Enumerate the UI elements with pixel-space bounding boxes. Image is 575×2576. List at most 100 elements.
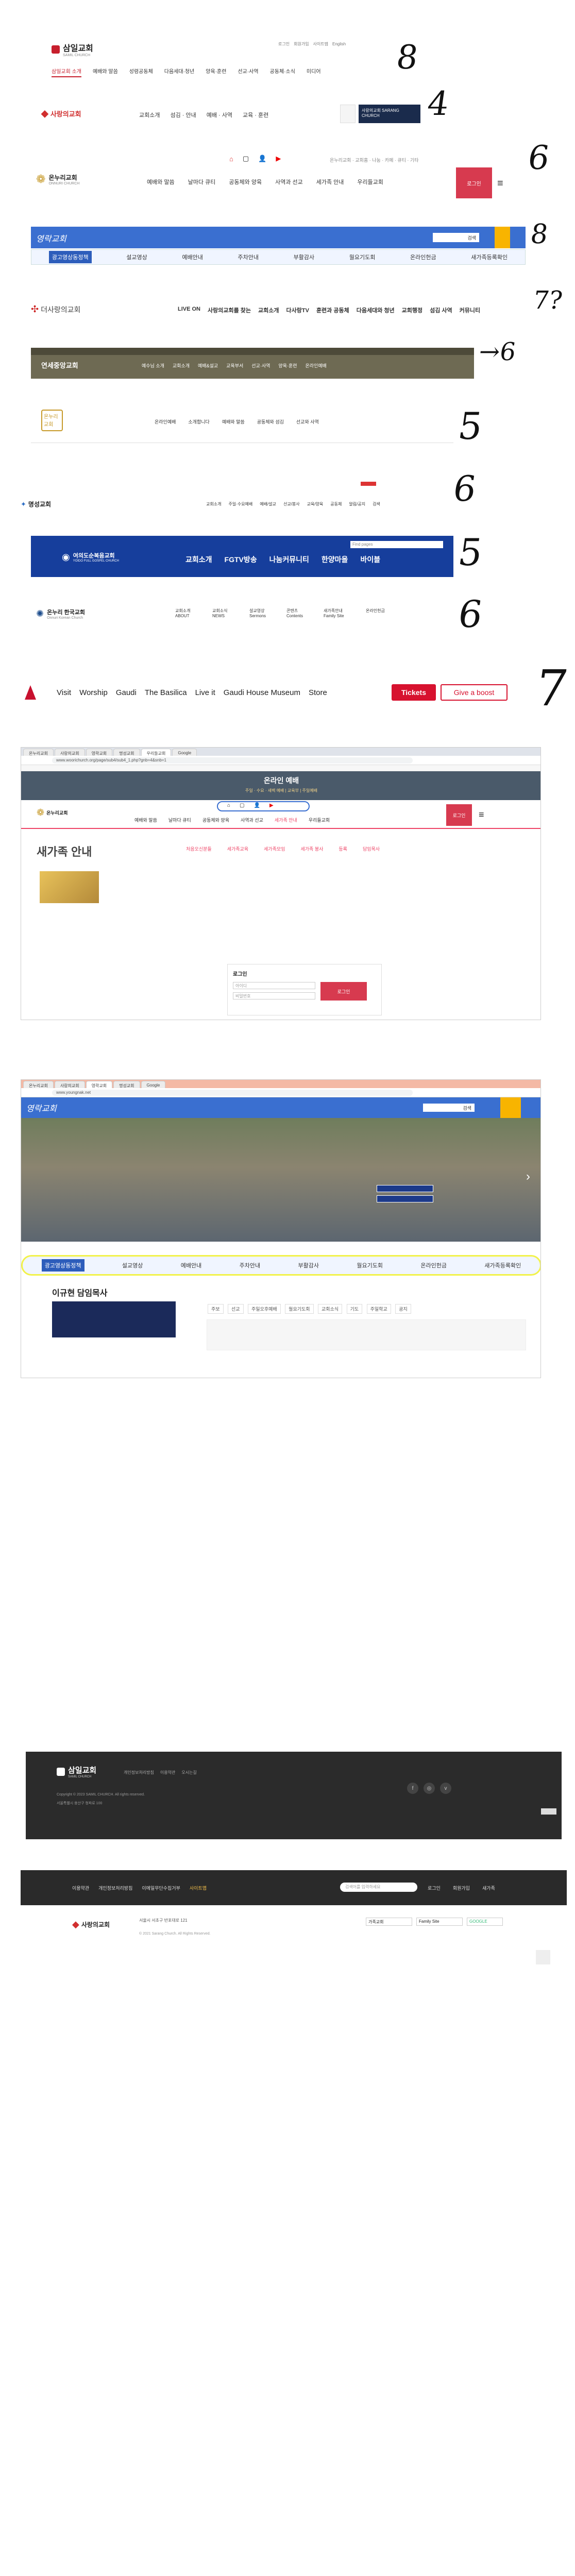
login-submit-button[interactable]: 로그인	[320, 982, 367, 1001]
sub-nav-item[interactable]: 담임목사	[363, 845, 380, 852]
site-6-logo[interactable]: 연세중앙교회	[41, 360, 78, 370]
footer-link[interactable]: 개인정보처리방침	[124, 1770, 154, 1775]
nav-item[interactable]: 사랑의교회를 찾는	[208, 306, 251, 314]
tickets-button[interactable]: Tickets	[392, 684, 436, 701]
quick-item[interactable]: 광고영상동정책	[41, 1259, 84, 1272]
footer-link[interactable]: 이용약관	[160, 1770, 175, 1775]
nav-item[interactable]: 예수님 소개	[142, 362, 164, 369]
login-button[interactable]: 로그인	[446, 804, 472, 826]
join-link[interactable]: 회원가입	[294, 41, 309, 47]
nav-item[interactable]: 커뮤니티	[460, 306, 480, 314]
footer-logo[interactable]: ◆ 사랑의교회	[72, 1919, 110, 1930]
nav-item[interactable]: 교회소개	[206, 501, 221, 507]
nav-item[interactable]: 날마다 큐티	[168, 817, 191, 823]
quick-item[interactable]: 설교영상	[126, 253, 147, 261]
nav-item[interactable]: 교회소개	[139, 111, 160, 119]
nav-item[interactable]: 교육부서	[226, 362, 243, 369]
site-5-logo[interactable]: ✣ 더사랑의교회	[31, 304, 80, 315]
nav-item[interactable]: 삼일교회 소개	[52, 67, 81, 77]
sermon-thumbnail[interactable]	[52, 1301, 176, 1337]
nav-item[interactable]: 교회소개	[173, 362, 190, 369]
nav-item[interactable]: 공동체와 섬김	[257, 418, 284, 425]
login-button[interactable]: 로그인	[456, 167, 492, 198]
quick-item[interactable]: 부활감사	[298, 1261, 319, 1269]
tag-item[interactable]: 주일학교	[366, 1304, 391, 1314]
instagram-icon[interactable]: ◎	[424, 1783, 435, 1794]
site-10-logo[interactable]: ✺ 온누리 한국교회 Onnuri Korean Church	[36, 608, 85, 620]
nav-item[interactable]: 예배와 말씀	[134, 817, 157, 823]
site-1-logo[interactable]: 삼일교회 SAMIL CHURCH	[52, 41, 93, 57]
nav-item[interactable]: 공동체·소식	[270, 67, 295, 77]
nav-item[interactable]: 다음세대와 청년	[357, 306, 395, 314]
tag-item[interactable]: 기도	[346, 1304, 363, 1314]
footer-link[interactable]: 사이트맵	[190, 1885, 207, 1891]
util-link[interactable]: 새가족	[482, 1885, 495, 1891]
nav-item[interactable]: Visit	[57, 688, 71, 697]
sub-nav-item[interactable]: 등록	[339, 845, 347, 852]
quick-item[interactable]: 온라인헌금	[420, 1261, 447, 1269]
quick-item[interactable]: 주차안내	[238, 253, 259, 261]
sub-nav-item[interactable]: 세가족모임	[264, 845, 285, 852]
nav-item[interactable]: Store	[309, 688, 327, 697]
nav-item[interactable]: 사역과 선교	[241, 817, 263, 823]
nav-item[interactable]: 섬김 사역	[430, 306, 452, 314]
nav-item[interactable]: FGTV방송	[225, 554, 257, 565]
quick-item[interactable]: 예배안내	[181, 1261, 201, 1269]
sitemap-link[interactable]: 사이트맵	[313, 41, 328, 47]
next-arrow-icon[interactable]: ›	[526, 1170, 530, 1184]
nav-item[interactable]: 선교/봉사	[283, 501, 300, 507]
nav-item[interactable]: 다사랑TV	[286, 306, 309, 314]
footer-link[interactable]: 이용약관	[72, 1885, 89, 1891]
nav-item[interactable]: 예배&설교	[198, 362, 218, 369]
footer-search-input[interactable]: 검색어를 입력하세요	[340, 1883, 417, 1892]
nav-item[interactable]: 한양마을	[322, 554, 348, 565]
util-link[interactable]: 로그인	[428, 1885, 441, 1891]
home-icon[interactable]: ⌂	[229, 155, 233, 163]
nav-item[interactable]: 세가족 안내	[316, 178, 344, 186]
nav-item[interactable]: 콘텐츠 Contents	[286, 608, 312, 618]
url-input[interactable]: www.youngnak.net	[52, 1090, 413, 1096]
nav-item[interactable]: 교회행정	[402, 306, 422, 314]
scroll-top-button[interactable]	[536, 1950, 550, 1964]
nav-item[interactable]: 훈련과 공동체	[316, 306, 349, 314]
nav-item[interactable]: 새가족안내 Family Site	[324, 608, 354, 618]
nav-item[interactable]: Live it	[195, 688, 215, 697]
menu-icon[interactable]: ≡	[497, 178, 503, 190]
family-site-select[interactable]: Family Site	[416, 1918, 463, 1926]
footer-link[interactable]: 개인정보처리방침	[98, 1885, 132, 1891]
nav-item[interactable]: 주일·수요예배	[228, 501, 252, 507]
give-boost-button[interactable]: Give a boost	[441, 684, 508, 701]
site-logo[interactable]: 영락교회	[26, 1101, 57, 1114]
id-input[interactable]: 아이디	[233, 982, 315, 989]
sub-nav-item[interactable]: 처음오신분들	[186, 845, 212, 852]
site-8-logo[interactable]: ✦ 명성교회	[21, 500, 51, 509]
nav-item[interactable]: 세가족 안내	[275, 817, 297, 823]
nav-item[interactable]: 교회소식 NEWS	[212, 608, 238, 618]
tag-item[interactable]: 주일오후예배	[248, 1304, 281, 1314]
nav-item[interactable]: 교회소개	[258, 306, 279, 314]
menu-button[interactable]	[495, 227, 510, 248]
url-input[interactable]: www.woorichurch.org/page/sub4/sub4_1.php…	[52, 757, 413, 764]
nav-item[interactable]: 성령공동체	[129, 67, 153, 77]
tag-item[interactable]: 월요기도회	[285, 1304, 314, 1314]
search-input[interactable]: 검색	[423, 1104, 475, 1112]
nav-item[interactable]: Worship	[79, 688, 108, 697]
nav-item[interactable]: 소개합니다	[188, 418, 209, 425]
nav-item[interactable]: 교육/양육	[307, 501, 324, 507]
nav-item[interactable]: 사역과 선교	[275, 178, 303, 186]
nav-item[interactable]: 선교와 사역	[296, 418, 319, 425]
logo-mark[interactable]	[25, 685, 36, 700]
footer-link[interactable]: 이메일무단수집거부	[142, 1885, 180, 1891]
nav-item[interactable]: 선교·사역	[238, 67, 258, 77]
quick-item[interactable]: 광고영상동정책	[48, 251, 92, 263]
nav-item[interactable]: 교회소개 ABOUT	[175, 608, 201, 618]
nav-item[interactable]: 공동체와 양육	[229, 178, 262, 186]
nav-item[interactable]: 교회소개	[185, 554, 212, 565]
quick-item[interactable]: 주차안내	[240, 1261, 260, 1269]
site-2-logo[interactable]: ◆ 사랑의교회	[41, 108, 81, 119]
family-select[interactable]: 가족교회	[366, 1918, 412, 1926]
nav-item[interactable]: 온라인헌금	[366, 608, 385, 618]
quick-item[interactable]: 부활감사	[294, 253, 314, 261]
facebook-icon[interactable]: f	[407, 1783, 418, 1794]
tag-item[interactable]: 선교	[228, 1304, 244, 1314]
